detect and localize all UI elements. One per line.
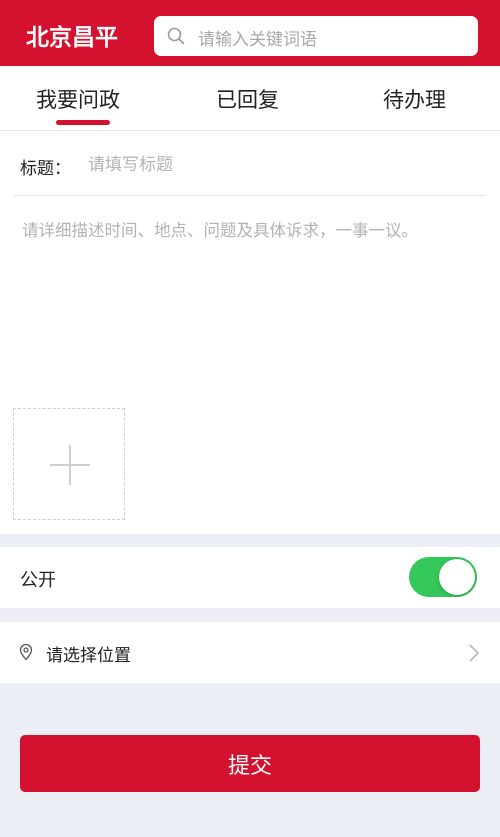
- location-pin-icon: [19, 643, 33, 661]
- chevron-right-icon: [469, 644, 480, 662]
- app-logo: 北京昌平: [26, 25, 118, 51]
- toggle-knob: [439, 559, 475, 595]
- tab-pending[interactable]: 待办理: [383, 84, 446, 114]
- location-label: 请选择位置: [46, 646, 131, 666]
- tab-ask[interactable]: 我要问政: [36, 84, 120, 114]
- search-placeholder: 请输入关键词语: [198, 30, 317, 50]
- title-label: 标题：: [20, 159, 71, 179]
- plus-icon-vertical: [69, 445, 71, 485]
- public-label: 公开: [20, 570, 56, 591]
- search-icon: [167, 27, 185, 45]
- title-input[interactable]: [86, 151, 470, 179]
- image-upload-button[interactable]: [13, 408, 125, 520]
- app-header: 北京昌平 请输入关键词语: [0, 0, 500, 66]
- submit-button[interactable]: 提交: [20, 735, 480, 792]
- question-form: 标题：: [0, 131, 500, 534]
- search-box[interactable]: 请输入关键词语: [154, 16, 478, 56]
- description-input[interactable]: [20, 215, 486, 399]
- public-toggle[interactable]: [409, 557, 477, 597]
- tab-replied[interactable]: 已回复: [216, 84, 279, 114]
- divider: [14, 195, 486, 196]
- location-picker[interactable]: 请选择位置: [0, 622, 500, 683]
- public-row: 公开: [0, 547, 500, 608]
- tab-bar: 我要问政 已回复 待办理: [0, 66, 500, 131]
- active-tab-indicator: [56, 120, 110, 125]
